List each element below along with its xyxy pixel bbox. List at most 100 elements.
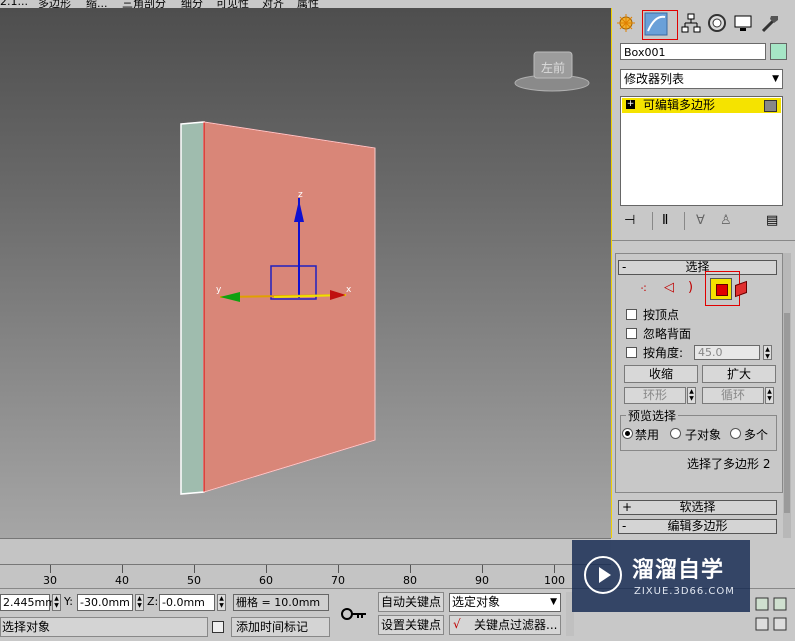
make-unique-icon[interactable]: ∀ bbox=[696, 213, 705, 228]
selection-rollout-header[interactable]: - 选择 bbox=[618, 260, 777, 275]
time-slider-track[interactable]: 30 40 50 60 70 80 90 100 bbox=[0, 538, 611, 589]
angle-spinner-arrows[interactable]: ▲ ▼ bbox=[763, 345, 772, 360]
create-icon[interactable] bbox=[615, 12, 637, 34]
command-panel: Box001 修改器列表 ▼ + 可编辑多边形 ⊣ Ⅱ ∀ ♙ ▤ - 选择 ⁖ … bbox=[612, 8, 795, 538]
add-time-tag-button[interactable]: 添加时间标记 bbox=[231, 617, 330, 637]
configure-sets-icon[interactable]: ▤ bbox=[766, 213, 778, 228]
ring-button[interactable]: 环形 bbox=[624, 387, 686, 404]
ignore-backfacing-checkbox[interactable] bbox=[626, 328, 637, 339]
edge-subobject-icon[interactable]: ◁ bbox=[664, 280, 674, 295]
x-spinner[interactable]: ▲ ▼ bbox=[52, 594, 61, 611]
preview-multi-label: 多个 bbox=[744, 428, 769, 442]
time-tag-icon[interactable] bbox=[212, 621, 224, 633]
perspective-viewport[interactable]: 左前 z y x bbox=[0, 8, 613, 538]
angle-spinner-field[interactable]: 45.0 bbox=[694, 345, 760, 360]
loop-spinner[interactable]: ▲ ▼ bbox=[765, 387, 774, 404]
ring-spinner[interactable]: ▲ ▼ bbox=[687, 387, 696, 404]
ignore-backfacing-label: 忽略背面 bbox=[643, 327, 692, 341]
shrink-button[interactable]: 收缩 bbox=[624, 365, 698, 383]
auto-key-button[interactable]: 自动关键点 bbox=[378, 592, 444, 612]
by-angle-label: 按角度: bbox=[643, 346, 684, 360]
timeline-tick-label: 40 bbox=[115, 574, 129, 587]
preview-multi-radio[interactable] bbox=[730, 428, 741, 439]
by-angle-checkbox[interactable] bbox=[626, 347, 637, 358]
stack-item[interactable]: + 可编辑多边形 bbox=[622, 98, 781, 113]
gizmo-x-label: x bbox=[346, 285, 352, 295]
border-subobject-icon[interactable]: ) bbox=[688, 280, 693, 295]
by-vertex-label: 按顶点 bbox=[643, 308, 680, 322]
object-color-swatch[interactable] bbox=[770, 43, 787, 60]
key-mode-dropdown[interactable]: 选定对象 ▼ bbox=[449, 593, 561, 612]
timeline-tick-label: 60 bbox=[259, 574, 273, 587]
prompt-line: 选择对象 bbox=[0, 617, 208, 637]
modify-icon[interactable] bbox=[642, 10, 678, 40]
key-mode-value: 选定对象 bbox=[452, 595, 501, 609]
modifier-list-label: 修改器列表 bbox=[624, 72, 685, 86]
remove-modifier-icon[interactable]: ♙ bbox=[720, 213, 732, 228]
expand-icon[interactable]: + bbox=[626, 100, 635, 109]
box-side-face[interactable] bbox=[180, 121, 205, 495]
viewport-navigation-icons[interactable] bbox=[754, 594, 790, 634]
stack-toolbar: ⊣ Ⅱ ∀ ♙ ▤ bbox=[624, 212, 784, 233]
viewcube[interactable]: 左前 bbox=[514, 51, 590, 92]
selected-polygon-face[interactable] bbox=[203, 121, 376, 493]
key-filters-button[interactable]: 关键点过滤器... bbox=[449, 615, 561, 635]
gizmo-z-label: z bbox=[298, 190, 303, 200]
preview-disabled-radio[interactable] bbox=[622, 428, 633, 439]
utilities-icon[interactable] bbox=[759, 12, 781, 34]
loop-button[interactable]: 循环 bbox=[702, 387, 764, 404]
key-filters-label: 关键点过滤器... bbox=[474, 618, 558, 632]
vertex-subobject-icon[interactable]: ⁖ bbox=[640, 282, 647, 296]
selection-status-text: 选择了多边形 2 bbox=[687, 457, 771, 471]
timeline-tick-label: 80 bbox=[403, 574, 417, 587]
timeline-tick-label: 70 bbox=[331, 574, 345, 587]
stack-toggle-icon[interactable] bbox=[764, 100, 777, 112]
watermark-logo: 溜溜自学 ZIXUE.3D66.COM bbox=[572, 540, 750, 612]
hierarchy-icon[interactable] bbox=[680, 12, 702, 34]
set-key-icon[interactable] bbox=[338, 597, 370, 631]
y-label: Y: bbox=[64, 595, 73, 608]
preview-subobject-label: 子对象 bbox=[685, 428, 722, 442]
x-coordinate-field[interactable]: 2.445mm bbox=[0, 594, 56, 611]
timeline-tick-label: 90 bbox=[475, 574, 489, 587]
preview-disabled-label: 禁用 bbox=[635, 428, 660, 442]
by-vertex-checkbox[interactable] bbox=[626, 309, 637, 320]
viewport-scene: 左前 z y x bbox=[180, 51, 590, 495]
menu-item[interactable]: 2.1... bbox=[0, 0, 28, 8]
edit-polygons-rollout-header[interactable]: - 编辑多边形 bbox=[618, 519, 777, 534]
show-end-result-icon[interactable]: Ⅱ bbox=[662, 213, 668, 228]
chevron-down-icon: ▼ bbox=[772, 74, 779, 84]
element-subobject-icon[interactable] bbox=[735, 280, 747, 298]
watermark-title: 溜溜自学 bbox=[632, 558, 725, 583]
preview-subobject-radio[interactable] bbox=[670, 428, 681, 439]
modifier-stack: + 可编辑多边形 bbox=[620, 96, 783, 206]
motion-icon[interactable] bbox=[706, 12, 728, 34]
prompt-text: 选择对象 bbox=[2, 620, 51, 634]
viewcube-label: 左前 bbox=[541, 60, 565, 75]
grid-spacing-display: 栅格 = 10.0mm bbox=[233, 594, 329, 611]
z-spinner[interactable]: ▲ ▼ bbox=[217, 594, 226, 611]
add-time-tag-label: 添加时间标记 bbox=[236, 620, 309, 634]
curve-icon: √ bbox=[453, 617, 461, 631]
soft-selection-rollout-header[interactable]: + 软选择 bbox=[618, 500, 777, 515]
z-label: Z: bbox=[147, 595, 159, 608]
grow-button[interactable]: 扩大 bbox=[702, 365, 776, 383]
panel-scrollbar[interactable] bbox=[783, 253, 791, 538]
soft-selection-title: 软选择 bbox=[679, 500, 716, 514]
stack-item-label: 可编辑多边形 bbox=[643, 98, 716, 112]
object-name-field[interactable]: Box001 bbox=[620, 43, 766, 60]
y-spinner[interactable]: ▲ ▼ bbox=[135, 594, 144, 611]
set-key-button[interactable]: 设置关键点 bbox=[378, 615, 444, 635]
y-coordinate-field[interactable]: -30.0mm bbox=[77, 594, 133, 611]
preview-selection-label: 预览选择 bbox=[626, 407, 679, 424]
play-logo-icon bbox=[584, 556, 622, 594]
display-icon[interactable] bbox=[732, 12, 754, 34]
gizmo-y-label: y bbox=[216, 285, 222, 295]
timeline-tick-label: 100 bbox=[544, 574, 565, 587]
timeline-tick-label: 30 bbox=[43, 574, 57, 587]
watermark-url: ZIXUE.3D66.COM bbox=[634, 586, 735, 597]
z-coordinate-field[interactable]: -0.0mm bbox=[159, 594, 215, 611]
modifier-list-dropdown[interactable]: 修改器列表 ▼ bbox=[620, 69, 783, 89]
polygon-subobject-icon[interactable] bbox=[710, 278, 732, 300]
pin-stack-icon[interactable]: ⊣ bbox=[624, 213, 635, 228]
